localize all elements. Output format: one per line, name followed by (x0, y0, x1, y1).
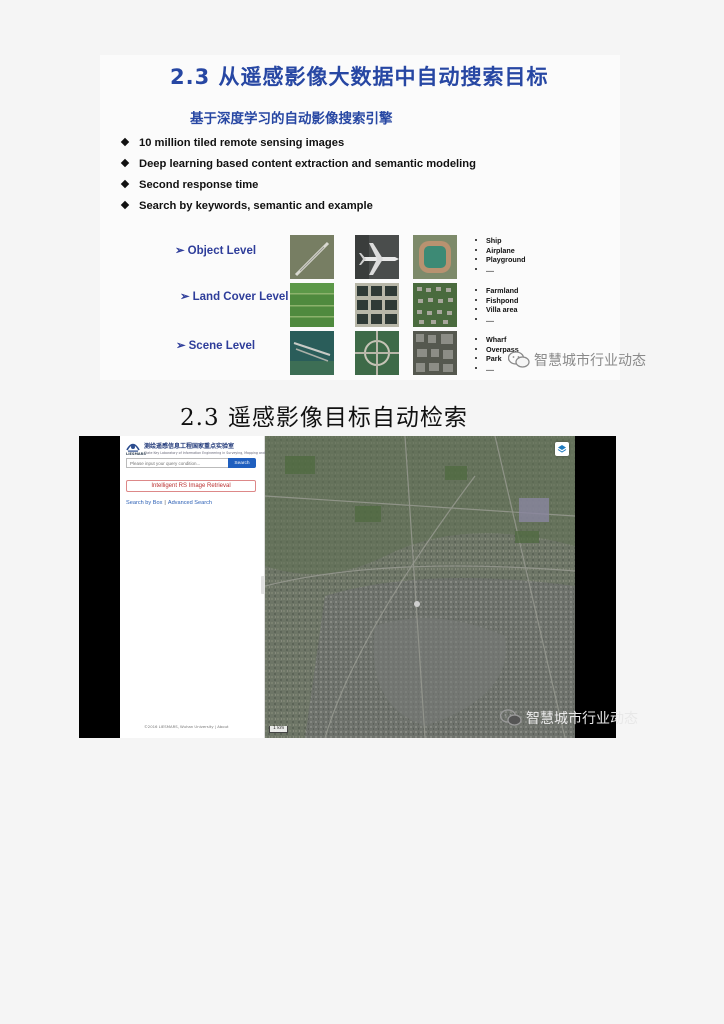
diamond-bullet-icon (120, 200, 130, 210)
thumb-villa-area (413, 283, 457, 327)
diamond-bullet-icon (120, 158, 130, 168)
dot-icon (475, 308, 477, 311)
chevron-right-icon: ➢ (175, 245, 185, 257)
thumb-farmland (290, 283, 334, 327)
thumb-ship (290, 235, 334, 279)
retrieval-app: 测绘遥感信息工程国家重点实验室 State Key Laboratory of … (120, 436, 575, 738)
wechat-icon (500, 709, 522, 726)
level-label-scene: ➢ Scene Level (176, 340, 256, 352)
thumb-wharf (290, 331, 334, 375)
dot-icon (475, 239, 477, 241)
copyright: ©2016 LIESMARS, Wuhan University | About (144, 724, 229, 729)
layers-button[interactable] (555, 442, 569, 456)
thumb-airplane (355, 235, 399, 279)
scale-bar: 1 km (269, 726, 289, 733)
wechat-icon (508, 351, 530, 368)
dot-icon (475, 338, 477, 340)
search-button[interactable]: Search (228, 458, 256, 468)
layers-icon (557, 445, 567, 453)
chevron-right-icon: ➢ (176, 340, 186, 352)
panel-title: Intelligent RS Image Retrieval (126, 480, 256, 492)
bullet-item: 10 million tiled remote sensing images (120, 135, 476, 156)
diamond-bullet-icon (120, 137, 130, 147)
chevron-right-icon: ➢ (180, 291, 190, 303)
thumb-overpass (355, 331, 399, 375)
dot-icon (475, 357, 477, 360)
app-screenshot: 测绘遥感信息工程国家重点实验室 State Key Laboratory of … (79, 436, 616, 738)
level-label-landcover: ➢ Land Cover Level (180, 291, 289, 303)
wechat-watermark: 智慧城市行业动态 (508, 350, 646, 370)
diamond-bullet-icon (120, 179, 130, 189)
dot-icon (475, 248, 477, 251)
bullet-item: Second response time (120, 177, 476, 198)
search-input[interactable] (126, 458, 228, 468)
lab-abbrev: LIESMARS (126, 452, 146, 456)
satellite-map[interactable]: 1 km (265, 436, 575, 738)
dot-icon (475, 267, 477, 270)
search-links: Search by Box | Advanced Search (126, 500, 213, 506)
object-item-list: Ship Airplane Playground .... (475, 236, 526, 274)
left-panel: 测绘遥感信息工程国家重点实验室 State Key Laboratory of … (120, 436, 292, 738)
landcover-item-list: Farmland Fishpond Villa area .... (475, 286, 518, 324)
slide-subtitle: 基于深度学习的自动影像搜索引擎 (190, 111, 393, 127)
satellite-imagery (265, 436, 575, 738)
level-label-object: ➢ Object Level (175, 245, 257, 257)
dot-icon (475, 317, 477, 320)
bullet-item: Deep learning based content extraction a… (120, 156, 476, 177)
wechat-watermark: 智慧城市行业动态 (500, 708, 638, 728)
bullet-item: Search by keywords, semantic and example (120, 198, 476, 219)
slide: 2.3 从遥感影像大数据中自动搜索目标 基于深度学习的自动影像搜索引擎 10 m… (100, 55, 620, 380)
dot-icon (475, 258, 477, 261)
thumb-park (413, 331, 457, 375)
dot-icon (475, 347, 477, 350)
section-title: 2.3 遥感影像目标自动检索 (180, 405, 468, 431)
bullet-list: 10 million tiled remote sensing images D… (120, 135, 476, 219)
dot-icon (475, 289, 477, 291)
search-by-box-link[interactable]: Search by Box (126, 500, 162, 506)
search-bar: Search (126, 458, 256, 468)
thumb-playground (413, 235, 457, 279)
slide-title: 2.3 从遥感影像大数据中自动搜索目标 (170, 65, 549, 89)
advanced-search-link[interactable]: Advanced Search (168, 500, 212, 506)
thumb-fishpond (355, 283, 399, 327)
dot-icon (475, 366, 477, 369)
dot-icon (475, 298, 477, 301)
